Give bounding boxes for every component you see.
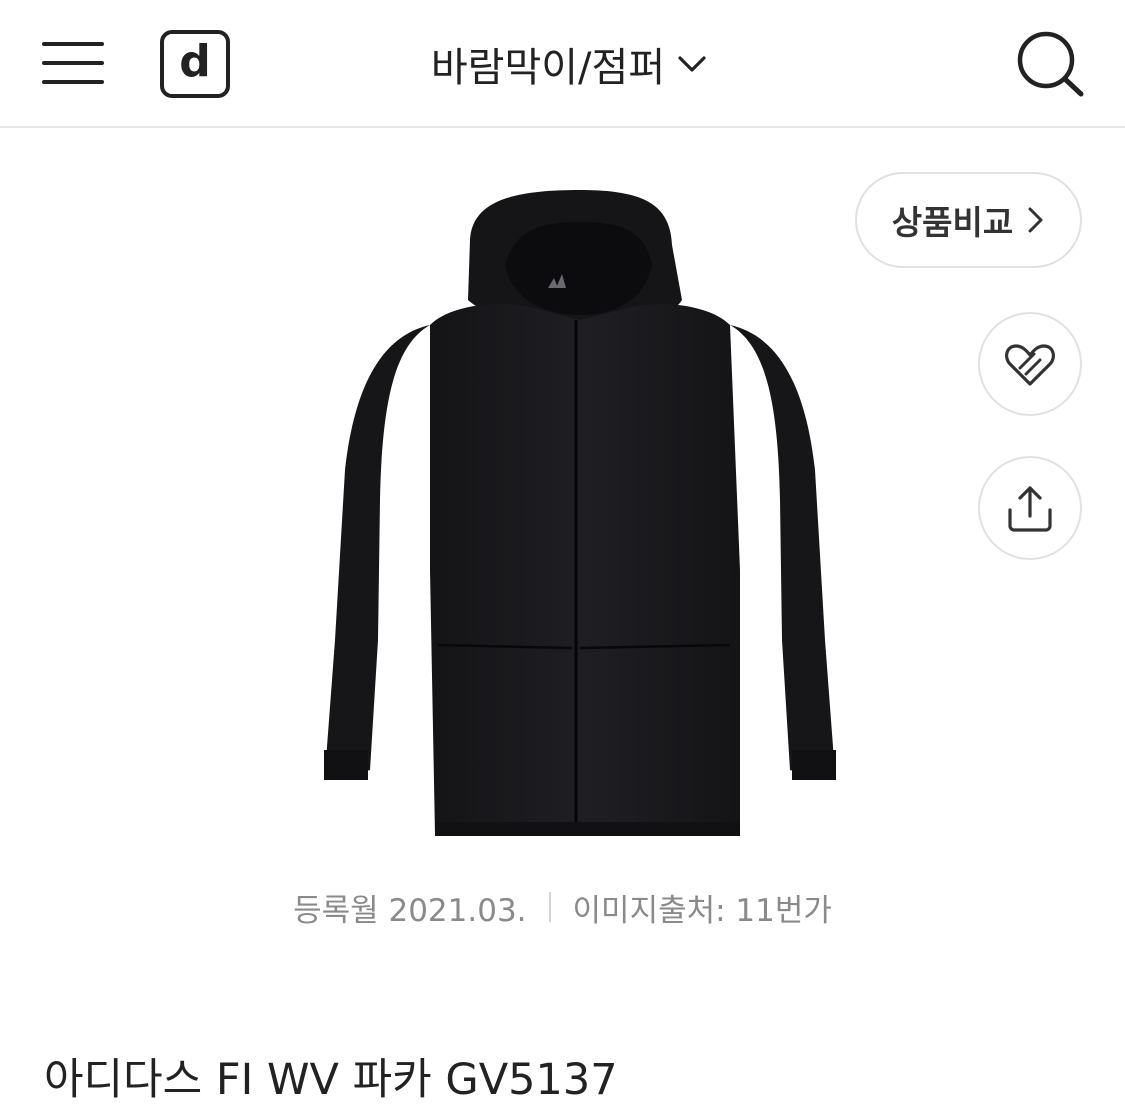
search-button[interactable] (1010, 28, 1090, 100)
product-title: 아디다스 FI WV 파카 GV5137 (44, 1055, 618, 1105)
jacket-image (324, 190, 836, 836)
compare-label: 상품비교 (891, 203, 1014, 242)
image-source: 이미지출처: 11번가 (572, 892, 832, 929)
category-title: 바람막이/점퍼 (430, 45, 666, 91)
category-dropdown[interactable]: 바람막이/점퍼 (380, 36, 760, 92)
heart-outline-icon (1005, 344, 1055, 386)
search-icon (1017, 31, 1084, 97)
share-upload-icon (1008, 486, 1052, 532)
chevron-down-icon (678, 56, 706, 72)
chevron-right-icon (1028, 207, 1043, 233)
wishlist-button[interactable] (978, 312, 1082, 416)
hamburger-menu-icon[interactable] (42, 40, 106, 86)
meta-divider (548, 892, 551, 922)
share-button[interactable] (978, 456, 1082, 560)
product-image[interactable] (300, 170, 860, 860)
top-header: d 바람막이/점퍼 (0, 0, 1125, 128)
compare-button[interactable]: 상품비교 (855, 172, 1082, 268)
logo-button[interactable]: d (160, 30, 230, 98)
product-meta: 등록월 2021.03. 이미지출처: 11번가 (0, 882, 1125, 932)
registered-date: 등록월 2021.03. (293, 892, 527, 929)
